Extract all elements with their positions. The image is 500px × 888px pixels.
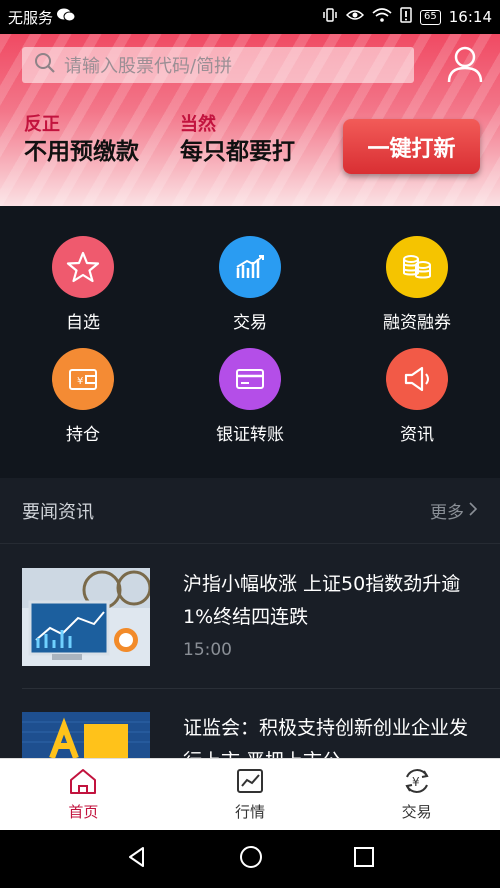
grid-item-bank-transfer[interactable]: 银证转账 [180, 348, 320, 445]
tab-market-label: 行情 [235, 803, 266, 821]
grid-label-holdings: 持仓 [66, 425, 100, 445]
grid-item-trade[interactable]: 交易 [180, 236, 320, 333]
svg-text:¥: ¥ [77, 376, 83, 387]
one-click-ipo-button[interactable]: 一键打新 [343, 119, 480, 174]
grid-item-holdings[interactable]: ¥ 持仓 [13, 348, 153, 445]
grid-item-news[interactable]: 资讯 [347, 348, 487, 445]
promo-right-small: 当然 [180, 114, 216, 135]
grid-label-trade: 交易 [233, 313, 267, 333]
news-time: 15:00 [183, 640, 232, 660]
chart-bars-icon [219, 236, 281, 298]
feature-grid: 自选 交易 融资融券 ¥ 持仓 银证转账 资讯 [0, 206, 500, 478]
battery-indicator: 65 [420, 9, 441, 25]
bottom-tab-bar: 首页 行情 ¥ 交易 [0, 758, 500, 830]
promo-right-big: 每只都要打 [180, 138, 295, 165]
news-more-label: 更多 [430, 503, 464, 523]
tab-trade-label: 交易 [401, 803, 432, 821]
promo-right: 当然 每只都要打 [180, 114, 295, 168]
coins-icon [386, 236, 448, 298]
tab-home[interactable]: 首页 [0, 759, 167, 830]
wallet-icon: ¥ [52, 348, 114, 410]
news-header: 要闻资讯 更多 [0, 478, 500, 544]
search-input[interactable]: 请输入股票代码/简拼 [64, 52, 232, 78]
grid-label-margin: 融资融券 [383, 313, 451, 333]
recents-square-icon[interactable] [353, 846, 375, 872]
grid-item-margin[interactable]: 融资融券 [347, 236, 487, 333]
promo-left-small: 反正 [24, 114, 60, 135]
clock-text: 16:14 [448, 8, 492, 26]
user-profile-button[interactable] [445, 44, 485, 84]
back-icon[interactable] [125, 845, 149, 873]
news-section-title: 要闻资讯 [22, 501, 94, 523]
promo-left: 反正 不用预缴款 [24, 114, 139, 168]
vibrate-icon [322, 7, 338, 27]
search-icon [34, 52, 56, 78]
news-section: 要闻资讯 更多 沪指小幅收涨 上证50指数劲升逾1%终结四连跌 15:00 证监… [0, 478, 500, 758]
star-icon [52, 236, 114, 298]
news-more-link[interactable]: 更多 [430, 498, 478, 523]
speaker-icon [386, 348, 448, 410]
status-bar: 无服务 65 16:14 [0, 0, 500, 34]
search-bar[interactable]: 请输入股票代码/简拼 [22, 47, 414, 83]
market-chart-icon [235, 767, 265, 799]
user-icon [445, 46, 485, 88]
alert-icon [400, 7, 412, 27]
home-circle-icon[interactable] [239, 845, 263, 873]
tab-home-label: 首页 [68, 803, 99, 821]
system-nav-bar [0, 830, 500, 888]
promo-banner[interactable]: 请输入股票代码/简拼 反正 不用预缴款 当然 每只都要打 一键打新 [0, 34, 500, 206]
news-thumbnail-a-share [22, 712, 150, 758]
wechat-icon [57, 8, 76, 26]
eye-icon [345, 8, 365, 26]
grid-label-bank-transfer: 银证转账 [216, 425, 284, 445]
tab-trade[interactable]: ¥ 交易 [333, 759, 500, 830]
news-headline: 证监会：积极支持创新创业企业发行上市 严把上市公 [183, 717, 469, 758]
home-icon [68, 767, 98, 799]
trade-yen-icon: ¥ [402, 767, 432, 799]
tab-market[interactable]: 行情 [167, 759, 334, 830]
news-item[interactable]: 沪指小幅收涨 上证50指数劲升逾1%终结四连跌 15:00 [0, 544, 500, 689]
chevron-right-icon [468, 501, 478, 521]
carrier-text: 无服务 [8, 8, 54, 27]
grid-label-watchlist: 自选 [66, 313, 100, 333]
news-headline: 沪指小幅收涨 上证50指数劲升逾1%终结四连跌 [183, 573, 461, 628]
grid-label-news: 资讯 [400, 425, 434, 445]
wifi-icon [372, 8, 392, 26]
grid-item-watchlist[interactable]: 自选 [13, 236, 153, 333]
news-thumbnail-chart [22, 568, 150, 666]
svg-text:¥: ¥ [412, 775, 420, 789]
news-item[interactable]: 证监会：积极支持创新创业企业发行上市 严把上市公 [0, 688, 500, 758]
card-icon [219, 348, 281, 410]
promo-left-big: 不用预缴款 [24, 138, 139, 165]
